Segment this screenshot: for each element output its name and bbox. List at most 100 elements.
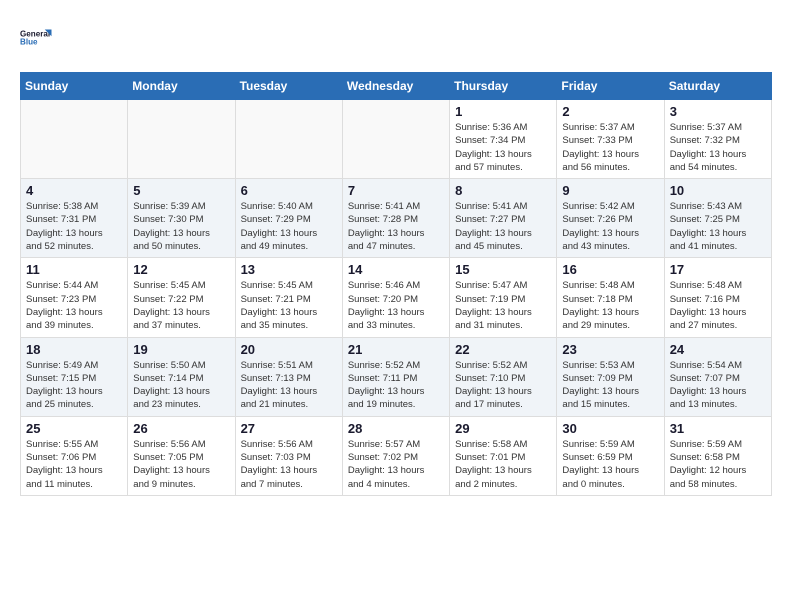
day-info: Sunrise: 5:39 AM Sunset: 7:30 PM Dayligh… bbox=[133, 200, 229, 253]
logo: GeneralBlue bbox=[20, 20, 56, 56]
calendar-cell: 15 Sunrise: 5:47 AM Sunset: 7:19 PM Dayli… bbox=[450, 258, 557, 337]
calendar-week-row: 18 Sunrise: 5:49 AM Sunset: 7:15 PM Dayli… bbox=[21, 337, 772, 416]
calendar-cell: 2 Sunrise: 5:37 AM Sunset: 7:33 PM Daylig… bbox=[557, 100, 664, 179]
calendar-cell: 3 Sunrise: 5:37 AM Sunset: 7:32 PM Daylig… bbox=[664, 100, 771, 179]
day-info: Sunrise: 5:52 AM Sunset: 7:10 PM Dayligh… bbox=[455, 359, 551, 412]
day-info: Sunrise: 5:45 AM Sunset: 7:21 PM Dayligh… bbox=[241, 279, 337, 332]
calendar-cell: 26 Sunrise: 5:56 AM Sunset: 7:05 PM Dayli… bbox=[128, 416, 235, 495]
day-number: 26 bbox=[133, 421, 229, 436]
day-info: Sunrise: 5:48 AM Sunset: 7:16 PM Dayligh… bbox=[670, 279, 766, 332]
calendar-cell bbox=[128, 100, 235, 179]
day-number: 19 bbox=[133, 342, 229, 357]
day-number: 17 bbox=[670, 262, 766, 277]
day-info: Sunrise: 5:59 AM Sunset: 6:58 PM Dayligh… bbox=[670, 438, 766, 491]
calendar-cell: 7 Sunrise: 5:41 AM Sunset: 7:28 PM Daylig… bbox=[342, 179, 449, 258]
calendar-cell: 14Sunrise: 5:46 AM Sunset: 7:20 PM Dayli… bbox=[342, 258, 449, 337]
day-info: Sunrise: 5:37 AM Sunset: 7:32 PM Dayligh… bbox=[670, 121, 766, 174]
calendar-cell: 29 Sunrise: 5:58 AM Sunset: 7:01 PM Dayli… bbox=[450, 416, 557, 495]
day-number: 8 bbox=[455, 183, 551, 198]
weekday-header: Thursday bbox=[450, 73, 557, 100]
day-info: Sunrise: 5:48 AM Sunset: 7:18 PM Dayligh… bbox=[562, 279, 658, 332]
calendar-cell bbox=[235, 100, 342, 179]
day-info: Sunrise: 5:41 AM Sunset: 7:28 PM Dayligh… bbox=[348, 200, 444, 253]
day-number: 13 bbox=[241, 262, 337, 277]
day-info: Sunrise: 5:54 AM Sunset: 7:07 PM Dayligh… bbox=[670, 359, 766, 412]
calendar-cell: 17 Sunrise: 5:48 AM Sunset: 7:16 PM Dayli… bbox=[664, 258, 771, 337]
day-number: 14 bbox=[348, 262, 444, 277]
day-info: Sunrise: 5:56 AM Sunset: 7:03 PM Dayligh… bbox=[241, 438, 337, 491]
day-info: Sunrise: 5:38 AM Sunset: 7:31 PM Dayligh… bbox=[26, 200, 122, 253]
day-number: 25 bbox=[26, 421, 122, 436]
calendar-cell: 10 Sunrise: 5:43 AM Sunset: 7:25 PM Dayli… bbox=[664, 179, 771, 258]
day-number: 20 bbox=[241, 342, 337, 357]
day-number: 18 bbox=[26, 342, 122, 357]
day-number: 11 bbox=[26, 262, 122, 277]
day-number: 12 bbox=[133, 262, 229, 277]
day-info: Sunrise: 5:58 AM Sunset: 7:01 PM Dayligh… bbox=[455, 438, 551, 491]
day-info: Sunrise: 5:56 AM Sunset: 7:05 PM Dayligh… bbox=[133, 438, 229, 491]
day-number: 15 bbox=[455, 262, 551, 277]
weekday-header: Wednesday bbox=[342, 73, 449, 100]
logo-icon: GeneralBlue bbox=[20, 20, 56, 56]
calendar-cell: 6 Sunrise: 5:40 AM Sunset: 7:29 PM Daylig… bbox=[235, 179, 342, 258]
calendar-table: SundayMondayTuesdayWednesdayThursdayFrid… bbox=[20, 72, 772, 496]
day-info: Sunrise: 5:55 AM Sunset: 7:06 PM Dayligh… bbox=[26, 438, 122, 491]
calendar-cell: 22 Sunrise: 5:52 AM Sunset: 7:10 PM Dayli… bbox=[450, 337, 557, 416]
day-info: Sunrise: 5:49 AM Sunset: 7:15 PM Dayligh… bbox=[26, 359, 122, 412]
calendar-cell: 28Sunrise: 5:57 AM Sunset: 7:02 PM Dayli… bbox=[342, 416, 449, 495]
day-number: 24 bbox=[670, 342, 766, 357]
calendar-cell: 9 Sunrise: 5:42 AM Sunset: 7:26 PM Daylig… bbox=[557, 179, 664, 258]
weekday-header: Sunday bbox=[21, 73, 128, 100]
calendar-week-row: 4Sunrise: 5:38 AM Sunset: 7:31 PM Daylig… bbox=[21, 179, 772, 258]
day-number: 21 bbox=[348, 342, 444, 357]
calendar-week-row: 11Sunrise: 5:44 AM Sunset: 7:23 PM Dayli… bbox=[21, 258, 772, 337]
weekday-header: Monday bbox=[128, 73, 235, 100]
calendar-cell: 5 Sunrise: 5:39 AM Sunset: 7:30 PM Daylig… bbox=[128, 179, 235, 258]
day-info: Sunrise: 5:43 AM Sunset: 7:25 PM Dayligh… bbox=[670, 200, 766, 253]
day-info: Sunrise: 5:41 AM Sunset: 7:27 PM Dayligh… bbox=[455, 200, 551, 253]
day-number: 3 bbox=[670, 104, 766, 119]
svg-text:Blue: Blue bbox=[20, 38, 38, 47]
day-info: Sunrise: 5:47 AM Sunset: 7:19 PM Dayligh… bbox=[455, 279, 551, 332]
day-info: Sunrise: 5:52 AM Sunset: 7:11 PM Dayligh… bbox=[348, 359, 444, 412]
day-number: 2 bbox=[562, 104, 658, 119]
calendar-cell bbox=[21, 100, 128, 179]
day-number: 27 bbox=[241, 421, 337, 436]
calendar-cell: 8 Sunrise: 5:41 AM Sunset: 7:27 PM Daylig… bbox=[450, 179, 557, 258]
day-number: 10 bbox=[670, 183, 766, 198]
calendar-cell: 23 Sunrise: 5:53 AM Sunset: 7:09 PM Dayli… bbox=[557, 337, 664, 416]
day-info: Sunrise: 5:45 AM Sunset: 7:22 PM Dayligh… bbox=[133, 279, 229, 332]
calendar-cell: 4Sunrise: 5:38 AM Sunset: 7:31 PM Daylig… bbox=[21, 179, 128, 258]
weekday-header: Saturday bbox=[664, 73, 771, 100]
day-number: 22 bbox=[455, 342, 551, 357]
calendar-cell: 21 Sunrise: 5:52 AM Sunset: 7:11 PM Dayli… bbox=[342, 337, 449, 416]
day-info: Sunrise: 5:36 AM Sunset: 7:34 PM Dayligh… bbox=[455, 121, 551, 174]
calendar-cell: 30 Sunrise: 5:59 AM Sunset: 6:59 PM Dayli… bbox=[557, 416, 664, 495]
day-number: 9 bbox=[562, 183, 658, 198]
calendar-cell: 13 Sunrise: 5:45 AM Sunset: 7:21 PM Dayli… bbox=[235, 258, 342, 337]
day-info: Sunrise: 5:51 AM Sunset: 7:13 PM Dayligh… bbox=[241, 359, 337, 412]
calendar-header-row: SundayMondayTuesdayWednesdayThursdayFrid… bbox=[21, 73, 772, 100]
calendar-cell: 16Sunrise: 5:48 AM Sunset: 7:18 PM Dayli… bbox=[557, 258, 664, 337]
day-info: Sunrise: 5:53 AM Sunset: 7:09 PM Dayligh… bbox=[562, 359, 658, 412]
day-number: 6 bbox=[241, 183, 337, 198]
day-number: 5 bbox=[133, 183, 229, 198]
day-info: Sunrise: 5:37 AM Sunset: 7:33 PM Dayligh… bbox=[562, 121, 658, 174]
page-header: GeneralBlue bbox=[20, 20, 772, 56]
calendar-cell: 24 Sunrise: 5:54 AM Sunset: 7:07 PM Dayli… bbox=[664, 337, 771, 416]
day-info: Sunrise: 5:42 AM Sunset: 7:26 PM Dayligh… bbox=[562, 200, 658, 253]
calendar-cell: 18 Sunrise: 5:49 AM Sunset: 7:15 PM Dayli… bbox=[21, 337, 128, 416]
calendar-cell: 25 Sunrise: 5:55 AM Sunset: 7:06 PM Dayli… bbox=[21, 416, 128, 495]
calendar-cell: 31Sunrise: 5:59 AM Sunset: 6:58 PM Dayli… bbox=[664, 416, 771, 495]
day-number: 7 bbox=[348, 183, 444, 198]
calendar-week-row: 1 Sunrise: 5:36 AM Sunset: 7:34 PM Daylig… bbox=[21, 100, 772, 179]
day-info: Sunrise: 5:50 AM Sunset: 7:14 PM Dayligh… bbox=[133, 359, 229, 412]
day-number: 23 bbox=[562, 342, 658, 357]
day-number: 29 bbox=[455, 421, 551, 436]
day-info: Sunrise: 5:40 AM Sunset: 7:29 PM Dayligh… bbox=[241, 200, 337, 253]
day-info: Sunrise: 5:57 AM Sunset: 7:02 PM Dayligh… bbox=[348, 438, 444, 491]
day-info: Sunrise: 5:59 AM Sunset: 6:59 PM Dayligh… bbox=[562, 438, 658, 491]
day-number: 30 bbox=[562, 421, 658, 436]
day-number: 1 bbox=[455, 104, 551, 119]
calendar-cell bbox=[342, 100, 449, 179]
